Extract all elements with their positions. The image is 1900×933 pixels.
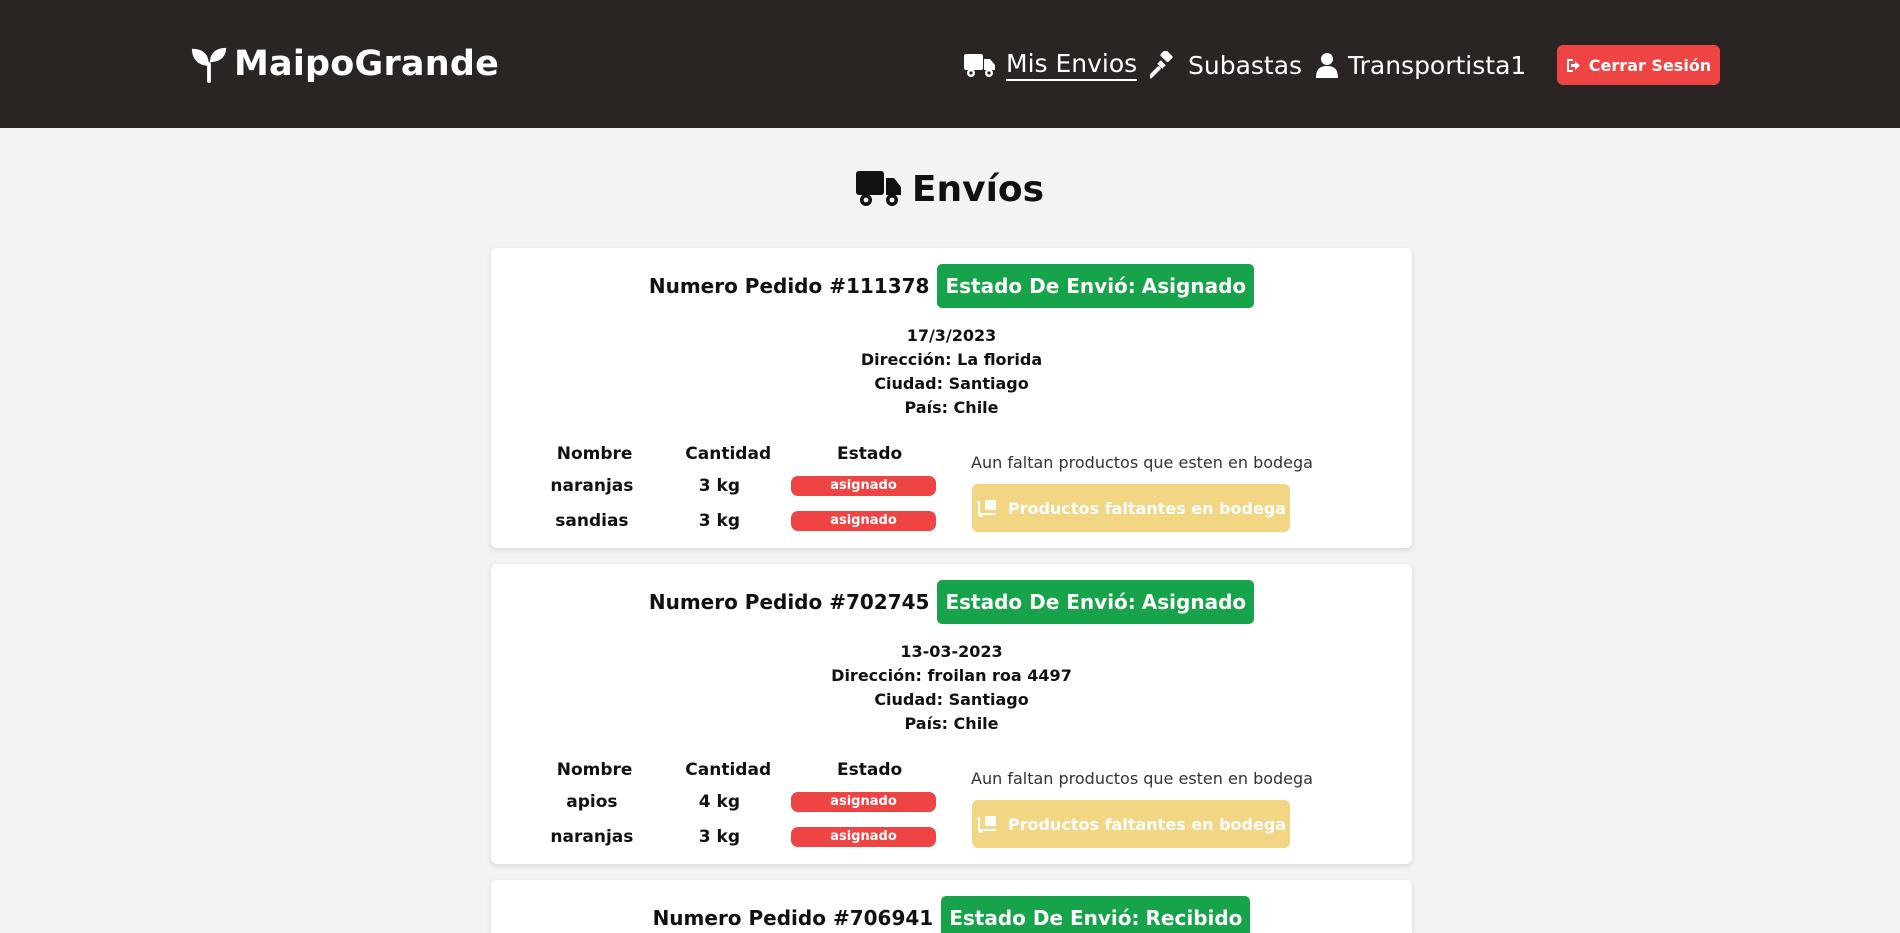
product-qty: 4 kg [698, 791, 740, 812]
col-header-name: Nombre [556, 444, 633, 464]
sign-out-icon [1566, 58, 1580, 72]
product-state-pill: asignado [791, 475, 936, 496]
order-card: Numero Pedido #111378 Estado De Envió: As… [491, 248, 1412, 548]
truck-icon [964, 54, 995, 77]
product-name: naranjas [550, 826, 634, 847]
order-card: Numero Pedido #702745 Estado De Envió: As… [491, 564, 1412, 864]
dolly-icon [976, 816, 996, 833]
product-state-pill: asignado [791, 826, 936, 847]
table-header: Nombre Cantidad Estado [536, 756, 936, 784]
missing-products-label: Productos faltantes en bodega [1007, 498, 1287, 518]
product-qty: 3 kg [698, 510, 740, 531]
logout-label: Cerrar Sesión [1588, 55, 1712, 75]
nav-mis-envios[interactable]: Mis Envios [964, 46, 1138, 84]
col-header-state: Estado [837, 760, 903, 780]
page-title-text: Envíos [911, 168, 1045, 210]
dolly-icon [976, 500, 996, 517]
table-header: Nombre Cantidad Estado [536, 440, 936, 468]
missing-products-button[interactable]: Productos faltantes en bodega [972, 800, 1290, 848]
col-header-state: Estado [837, 444, 903, 464]
order-header: Numero Pedido #111378 Estado De Envió: As… [491, 264, 1412, 308]
order-card: Numero Pedido #706941 Estado De Envió: Re… [491, 880, 1412, 933]
table-row: sandias 3 kg asignado [536, 503, 936, 538]
order-address: Dirección: La florida [860, 350, 1043, 369]
missing-products-label: Productos faltantes en bodega [1007, 814, 1287, 834]
col-header-qty: Cantidad [685, 444, 772, 464]
table-row: apios 4 kg asignado [536, 784, 936, 819]
order-number: Numero Pedido #706941 [652, 906, 934, 930]
nav-mis-envios-label: Mis Envios [1006, 49, 1138, 81]
order-header: Numero Pedido #706941 Estado De Envió: Re… [491, 896, 1412, 933]
shipment-status-badge: Estado De Envió: Asignado [937, 264, 1255, 308]
product-qty: 3 kg [698, 475, 740, 496]
top-navbar: MaipoGrande Mis Envios Subastas Transpor… [0, 0, 1900, 128]
order-header: Numero Pedido #702745 Estado De Envió: As… [491, 580, 1412, 624]
order-country: País: Chile [904, 714, 999, 733]
order-date: 13-03-2023 [900, 642, 1003, 661]
page-title: Envíos [0, 163, 1900, 215]
order-country: País: Chile [904, 398, 999, 417]
nav-user-label: Transportista1 [1348, 50, 1527, 80]
product-name: naranjas [550, 475, 634, 496]
gavel-icon [1150, 51, 1173, 79]
order-city: Ciudad: Santiago [874, 690, 1029, 709]
order-number: Numero Pedido #702745 [648, 590, 930, 614]
missing-products-text: Aun faltan productos que esten en bodega [971, 453, 1313, 472]
brand-logo[interactable]: MaipoGrande [190, 42, 499, 86]
brand-name: MaipoGrande [234, 44, 500, 84]
order-address: Dirección: froilan roa 4497 [831, 666, 1072, 685]
order-date: 17/3/2023 [906, 326, 997, 345]
order-city: Ciudad: Santiago [874, 374, 1029, 393]
shipment-status-badge: Estado De Envió: Recibido [941, 896, 1251, 933]
truck-icon [855, 171, 901, 206]
table-row: naranjas 3 kg asignado [536, 468, 936, 503]
nav-subastas[interactable]: Subastas [1150, 46, 1302, 84]
sprout-icon [191, 47, 227, 83]
table-row: naranjas 3 kg asignado [536, 819, 936, 854]
product-state-pill: asignado [791, 791, 936, 812]
product-qty: 3 kg [698, 826, 740, 847]
shipment-status-badge: Estado De Envió: Asignado [937, 580, 1255, 624]
logout-button[interactable]: Cerrar Sesión [1557, 45, 1720, 85]
nav-user-profile[interactable]: Transportista1 [1316, 46, 1526, 84]
user-icon [1316, 53, 1338, 78]
products-table: Nombre Cantidad Estado apios 4 kg asigna… [536, 756, 936, 854]
products-table: Nombre Cantidad Estado naranjas 3 kg asi… [536, 440, 936, 538]
product-name: apios [566, 791, 618, 812]
order-number: Numero Pedido #111378 [648, 274, 930, 298]
missing-products-button[interactable]: Productos faltantes en bodega [972, 484, 1290, 532]
order-info: 17/3/2023 Dirección: La florida Ciudad: … [491, 324, 1412, 420]
col-header-qty: Cantidad [685, 760, 772, 780]
col-header-name: Nombre [556, 760, 633, 780]
product-name: sandias [555, 510, 629, 531]
missing-products-text: Aun faltan productos que esten en bodega [971, 769, 1313, 788]
product-state-pill: asignado [791, 510, 936, 531]
order-info: 13-03-2023 Dirección: froilan roa 4497 C… [491, 640, 1412, 736]
nav-subastas-label: Subastas [1188, 50, 1303, 80]
